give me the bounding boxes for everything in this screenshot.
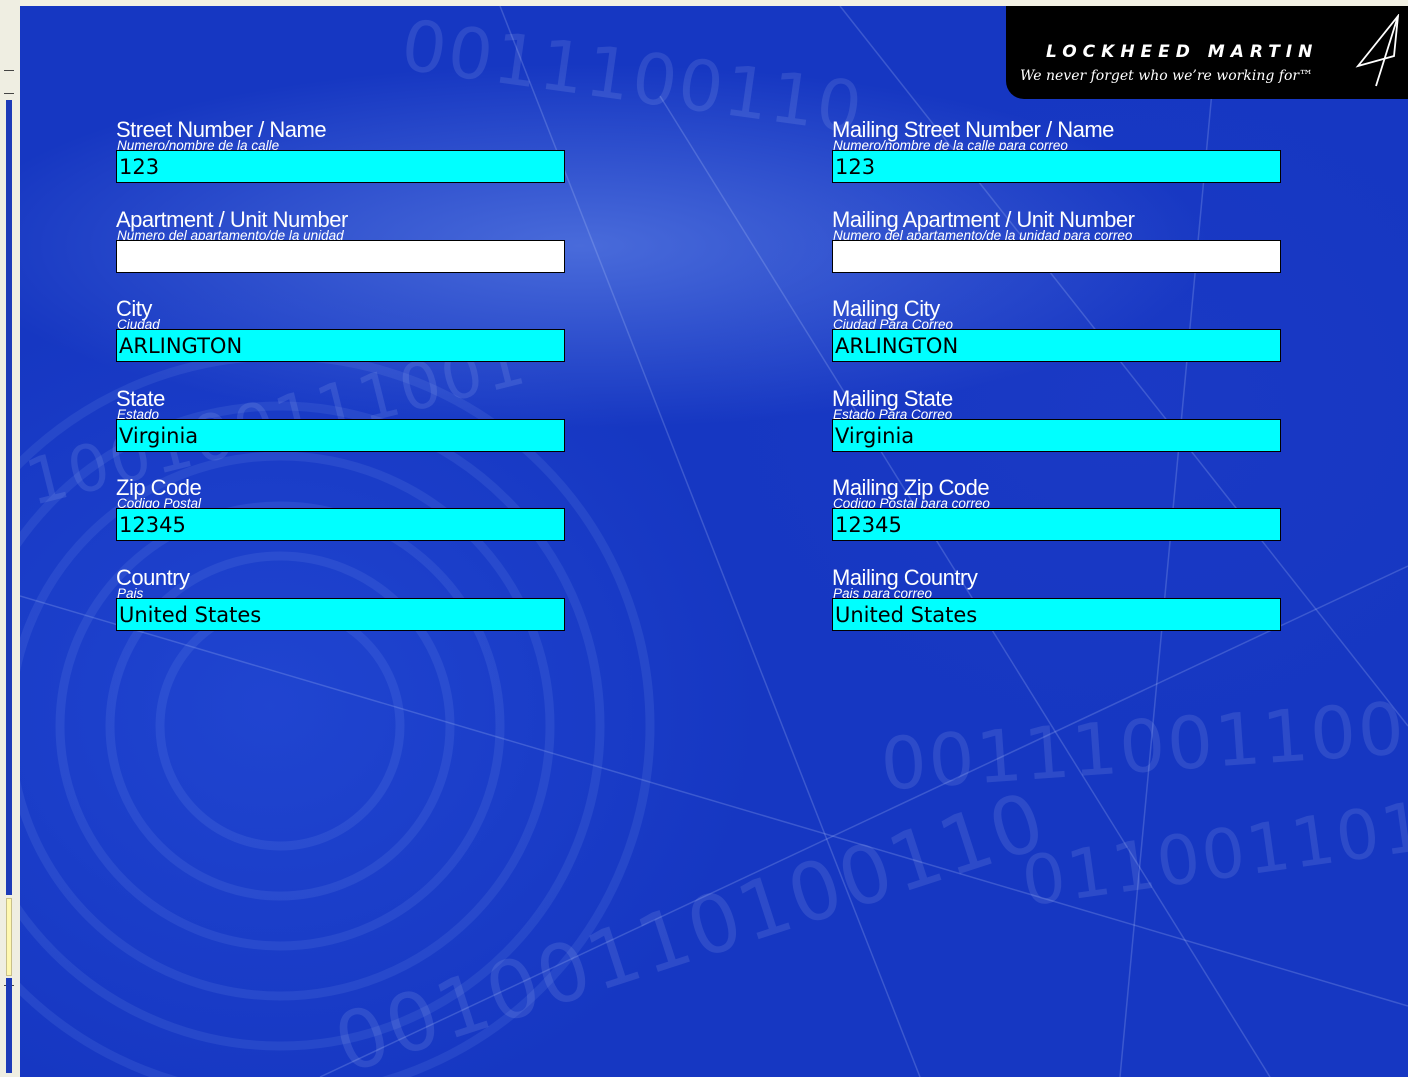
street-input[interactable]	[116, 150, 565, 183]
left-yellow-marker	[6, 898, 12, 976]
city-input[interactable]	[116, 329, 565, 362]
logo-tagline: We never forget who we’re working for™	[1020, 68, 1314, 84]
mailing-country-input[interactable]	[832, 598, 1281, 631]
state-input[interactable]	[116, 419, 565, 452]
star-icon	[1355, 14, 1400, 87]
mailing-apartment-input[interactable]	[832, 240, 1281, 273]
left-edge-strip	[0, 0, 20, 1077]
left-scroll-bar-lower[interactable]	[6, 978, 12, 1073]
ruler-tick	[4, 93, 14, 94]
zip-input[interactable]	[116, 508, 565, 541]
mailing-street-input[interactable]	[832, 150, 1281, 183]
ruler-tick	[4, 70, 14, 71]
left-scroll-bar[interactable]	[6, 100, 12, 895]
mailing-city-input[interactable]	[832, 329, 1281, 362]
lockheed-martin-logo: LOCKHEED MARTIN We never forget who we’r…	[1006, 6, 1408, 99]
mailing-state-input[interactable]	[832, 419, 1281, 452]
apartment-input[interactable]	[116, 240, 565, 273]
mailing-zip-input[interactable]	[832, 508, 1281, 541]
logo-brand-text: LOCKHEED MARTIN	[1046, 42, 1319, 62]
country-input[interactable]	[116, 598, 565, 631]
